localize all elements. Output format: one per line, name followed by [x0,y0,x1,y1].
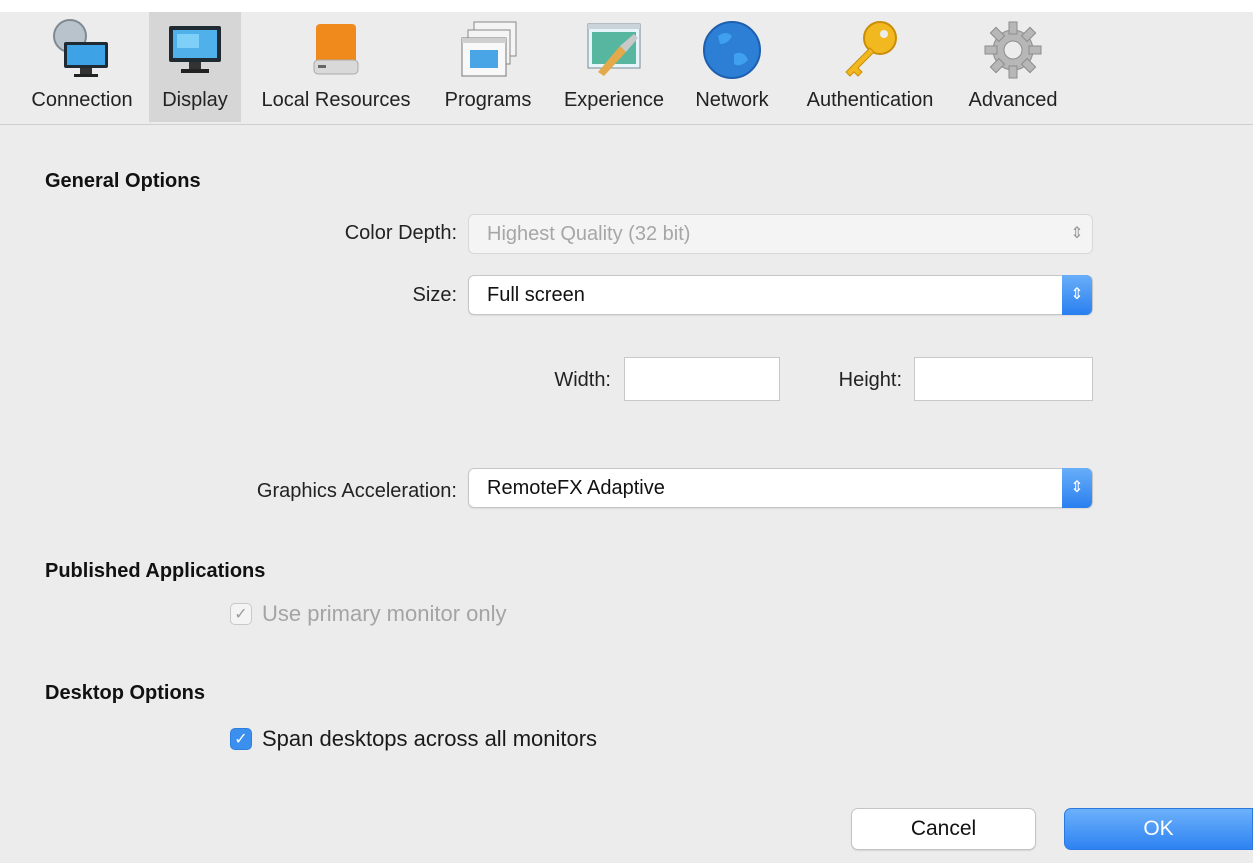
display-icon [163,18,227,82]
cancel-button[interactable]: Cancel [851,808,1036,850]
tab-label: Display [162,89,228,111]
tab-advanced[interactable]: Advanced [958,12,1068,122]
tab-network[interactable]: Network [684,12,780,122]
size-value: Full screen [487,284,585,306]
size-select[interactable]: Full screen ⇕ [468,275,1093,315]
size-label: Size: [412,284,457,306]
tab-display[interactable]: Display [149,12,241,122]
span-desktops-label: Span desktops across all monitors [262,726,598,751]
tab-local-resources[interactable]: Local Resources [247,12,425,122]
height-label: Height: [838,369,902,391]
graphics-acceleration-select[interactable]: RemoteFX Adaptive ⇕ [468,468,1093,508]
paintbrush-window-icon [582,18,646,82]
general-options-title: General Options [45,170,201,192]
chevron-up-down-icon: ⇕ [1062,275,1092,315]
width-label: Width: [554,369,611,391]
tab-label: Programs [444,89,532,111]
span-desktops-checkbox[interactable]: ✓ [230,728,252,750]
graphics-acceleration-value: RemoteFX Adaptive [487,477,665,499]
tab-label: Local Resources [261,89,411,111]
tab-label: Connection [31,89,133,111]
tab-label: Network [695,89,769,111]
primary-monitor-checkbox-row[interactable]: ✓ Use primary monitor only [230,601,507,627]
tab-connection[interactable]: Connection [12,12,152,122]
color-depth-select[interactable]: Highest Quality (32 bit) ⇕ [468,214,1093,254]
gear-icon [981,18,1045,82]
desktop-options-title: Desktop Options [45,682,206,704]
tab-label: Experience [563,89,665,111]
published-applications-title: Published Applications [45,560,266,582]
tab-experience[interactable]: Experience [552,12,676,122]
chevron-up-down-icon: ⇕ [1062,468,1092,508]
toolbar: Connection Display Local Resources Progr… [0,0,1253,125]
color-depth-value: Highest Quality (32 bit) [487,223,691,245]
color-depth-label: Color Depth: [344,222,457,244]
globe-icon [700,18,764,82]
drive-icon [304,18,368,82]
tab-programs[interactable]: Programs [432,12,544,122]
monitor-globe-icon [50,18,114,82]
tab-label: Advanced [968,89,1058,111]
toolbar-top-strip [0,0,1253,12]
primary-monitor-checkbox[interactable]: ✓ [230,603,252,625]
span-desktops-checkbox-row[interactable]: ✓ Span desktops across all monitors [230,726,597,752]
tab-label: Authentication [806,89,934,111]
width-field[interactable] [624,357,780,401]
tab-authentication[interactable]: Authentication [788,12,952,122]
primary-monitor-label: Use primary monitor only [262,601,507,626]
ok-button[interactable]: OK [1064,808,1253,850]
chevron-up-down-icon: ⇕ [1070,225,1084,242]
key-icon [838,18,902,82]
height-field[interactable] [914,357,1093,401]
graphics-acceleration-label: Graphics Acceleration: [256,480,457,502]
window-stack-icon [456,18,520,82]
